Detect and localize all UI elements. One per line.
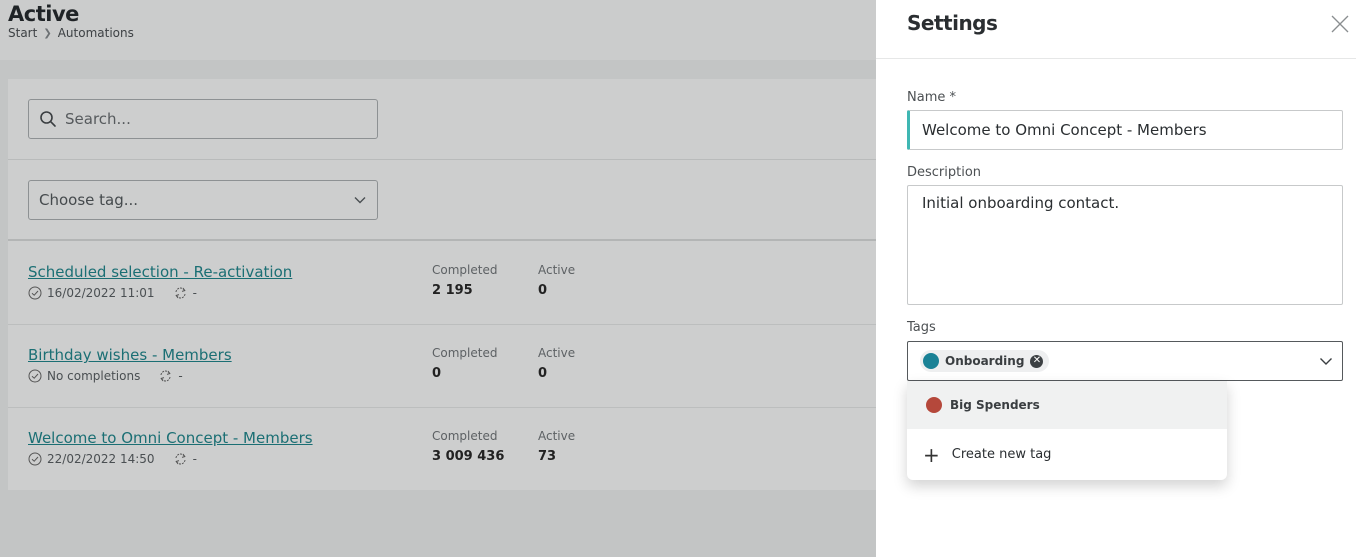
completed-value: 0 [432, 366, 442, 381]
tag-color-dot [923, 353, 939, 369]
tag-filter-area: Choose tag... [8, 160, 876, 241]
tag-filter-select[interactable]: Choose tag... [28, 180, 378, 220]
automation-name-link[interactable]: Birthday wishes - Members [28, 346, 232, 364]
active-label: Active [538, 429, 576, 443]
active-value: 0 [538, 366, 548, 381]
tag-color-dot [926, 397, 942, 413]
automation-meta: 22/02/2022 14:50 - [28, 452, 197, 466]
completed-stat: Completed 3 009 436 [432, 429, 504, 464]
automation-repeat-text: - [178, 369, 183, 383]
active-stat: Active 73 [538, 429, 575, 464]
completed-stat: Completed 0 [432, 346, 497, 381]
automation-status-text: 16/02/2022 11:01 [47, 286, 155, 300]
automations-card: Search... Choose tag... Scheduled select… [8, 79, 876, 490]
automation-name-link[interactable]: Scheduled selection - Re-activation [28, 263, 292, 281]
active-stat: Active 0 [538, 346, 575, 381]
settings-title: Settings [907, 11, 998, 35]
automation-row: Scheduled selection - Re-activation 16/0… [8, 242, 876, 325]
completed-value: 2 195 [432, 283, 473, 298]
remove-tag-icon[interactable]: ✕ [1030, 354, 1044, 368]
tag-chip-onboarding: Onboarding ✕ [920, 350, 1050, 372]
completed-label: Completed [432, 346, 498, 360]
create-new-tag-button[interactable]: + Create new tag [907, 429, 1227, 480]
name-label: Name * [907, 90, 956, 105]
active-label: Active [538, 346, 576, 360]
tags-select[interactable]: Onboarding ✕ [907, 341, 1343, 381]
automation-meta: 16/02/2022 11:01 - [28, 286, 197, 300]
chevron-down-icon[interactable] [1318, 353, 1334, 369]
dropdown-option-label: Big Spenders [950, 398, 1040, 412]
breadcrumb: Start ❯ Automations [8, 26, 134, 40]
automation-repeat-text: - [192, 452, 197, 466]
automation-repeat-text: - [192, 286, 197, 300]
search-area: Search... [8, 79, 876, 160]
repeat-icon [174, 287, 186, 299]
repeat-icon [160, 370, 171, 382]
search-icon [40, 111, 56, 127]
active-value: 73 [538, 449, 557, 464]
tag-filter-placeholder: Choose tag... [39, 191, 139, 209]
breadcrumb-separator-icon: ❯ [43, 27, 52, 39]
dropdown-option-big-spenders[interactable]: Big Spenders [907, 381, 1227, 429]
chevron-down-icon [354, 197, 366, 204]
completed-label: Completed [432, 429, 498, 443]
search-placeholder: Search... [65, 110, 131, 128]
check-circle-icon [28, 286, 42, 300]
description-textarea[interactable]: Initial onboarding contact. [907, 185, 1343, 305]
automations-page: Active Start ❯ Automations Search... Cho… [0, 0, 876, 557]
repeat-icon [174, 453, 186, 465]
tag-chip-label: Onboarding [945, 354, 1025, 368]
automation-row: Birthday wishes - Members No completions… [8, 325, 876, 408]
check-circle-icon [28, 452, 42, 466]
tags-label: Tags [907, 320, 936, 335]
automation-status-text: No completions [47, 369, 141, 383]
breadcrumb-start[interactable]: Start [8, 26, 37, 40]
completed-stat: Completed 2 195 [432, 263, 497, 298]
page-title: Active [8, 2, 79, 26]
completed-label: Completed [432, 263, 498, 277]
check-circle-icon [28, 369, 42, 383]
active-stat: Active 0 [538, 263, 575, 298]
active-value: 0 [538, 283, 548, 298]
active-label: Active [538, 263, 576, 277]
search-input[interactable]: Search... [28, 99, 378, 139]
page-header: Active Start ❯ Automations [0, 0, 876, 60]
plus-icon: + [923, 442, 940, 467]
settings-header: Settings [876, 0, 1356, 59]
settings-panel: Settings Name * Welcome to Omni Concept … [876, 0, 1356, 557]
automation-status-text: 22/02/2022 14:50 [47, 452, 155, 466]
close-icon[interactable] [1329, 13, 1351, 35]
automation-row: Welcome to Omni Concept - Members 22/02/… [8, 408, 876, 491]
automation-name-link[interactable]: Welcome to Omni Concept - Members [28, 429, 313, 447]
name-input[interactable]: Welcome to Omni Concept - Members [907, 110, 1343, 150]
tags-dropdown: Big Spenders + Create new tag [907, 381, 1227, 480]
breadcrumb-automations[interactable]: Automations [58, 26, 134, 40]
automation-meta: No completions - [28, 369, 183, 383]
description-label: Description [907, 165, 982, 180]
completed-value: 3 009 436 [432, 449, 505, 464]
create-new-tag-label: Create new tag [951, 447, 1052, 462]
